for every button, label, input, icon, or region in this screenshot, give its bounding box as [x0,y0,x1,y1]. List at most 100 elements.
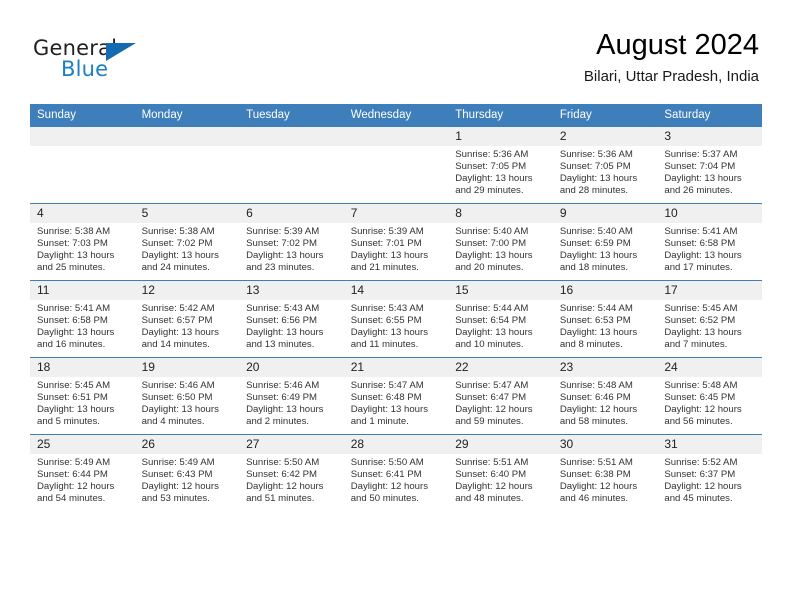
day-number: 1 [448,127,553,146]
day-box: 26 Sunrise: 5:49 AM Sunset: 6:43 PM Dayligh… [134,435,240,511]
calendar-day-cell[interactable]: 23 Sunrise: 5:48 AM Sunset: 6:46 PM Dayligh… [552,357,658,435]
calendar-day-cell[interactable]: 28 Sunrise: 5:50 AM Sunset: 6:41 PM Dayligh… [343,434,449,511]
daylight-text-line1: Daylight: 13 hours [246,327,324,339]
sunset-text: Sunset: 6:52 PM [664,315,736,327]
calendar-day-cell[interactable]: 1 Sunrise: 5:36 AM Sunset: 7:05 PM Daylight… [448,126,553,204]
day-box: 10 Sunrise: 5:41 AM Sunset: 6:58 PM Dayligh… [657,204,762,280]
day-box: 6 Sunrise: 5:39 AM Sunset: 7:02 PM Daylight… [239,204,344,280]
daylight-text-line2: and 50 minutes. [350,493,419,505]
general-blue-logo[interactable]: General Blue [33,36,163,82]
sunset-text: Sunset: 7:05 PM [455,161,527,173]
daylight-text-line2: and 29 minutes. [455,185,524,197]
day-details: Sunrise: 5:45 AM Sunset: 6:52 PM Daylight:… [657,300,762,351]
calendar-week-row: 1 Sunrise: 5:36 AM Sunset: 7:05 PM Daylight… [30,126,762,204]
daylight-text-line1: Daylight: 13 hours [350,250,429,262]
calendar-day-cell[interactable]: 24 Sunrise: 5:48 AM Sunset: 6:45 PM Dayligh… [657,357,762,435]
daylight-text-line1: Daylight: 12 hours [37,481,115,493]
calendar-day-cell[interactable]: 9 Sunrise: 5:40 AM Sunset: 6:59 PM Daylight… [552,203,658,281]
calendar-day-cell[interactable]: 18 Sunrise: 5:45 AM Sunset: 6:51 PM Dayligh… [30,357,135,435]
daylight-text-line1: Daylight: 13 hours [559,327,638,339]
calendar-page: General Blue August 2024 Bilari, Uttar P… [0,0,792,612]
calendar-day-cell[interactable]: 27 Sunrise: 5:50 AM Sunset: 6:42 PM Dayligh… [239,434,344,511]
day-details: Sunrise: 5:48 AM Sunset: 6:45 PM Daylight:… [657,377,762,428]
day-number: 30 [552,435,658,454]
day-box [30,127,135,203]
calendar-day-cell[interactable]: 4 Sunrise: 5:38 AM Sunset: 7:03 PM Daylight… [30,203,135,281]
calendar-day-cell[interactable]: 6 Sunrise: 5:39 AM Sunset: 7:02 PM Daylight… [239,203,344,281]
daylight-text-line2: and 20 minutes. [455,262,524,274]
daylight-text-line2: and 46 minutes. [559,493,629,505]
sunset-text: Sunset: 6:44 PM [37,469,108,481]
calendar-day-cell[interactable]: 13 Sunrise: 5:43 AM Sunset: 6:56 PM Dayligh… [239,280,344,358]
calendar-day-cell[interactable]: 11 Sunrise: 5:41 AM Sunset: 6:58 PM Dayligh… [30,280,135,358]
sunset-text: Sunset: 6:41 PM [350,469,422,481]
calendar-day-cell[interactable]: 15 Sunrise: 5:44 AM Sunset: 6:54 PM Dayligh… [448,280,553,358]
daylight-text-line2: and 4 minutes. [141,416,205,428]
day-box: 8 Sunrise: 5:40 AM Sunset: 7:00 PM Daylight… [448,204,553,280]
day-box: 28 Sunrise: 5:50 AM Sunset: 6:41 PM Dayligh… [343,435,449,511]
day-details: Sunrise: 5:42 AM Sunset: 6:57 PM Daylight:… [135,300,240,351]
daylight-text-line1: Daylight: 12 hours [664,404,742,416]
day-details: Sunrise: 5:38 AM Sunset: 7:03 PM Daylight:… [30,223,135,274]
calendar-day-cell[interactable]: 25 Sunrise: 5:49 AM Sunset: 6:44 PM Dayligh… [30,434,135,511]
calendar-day-cell[interactable]: 29 Sunrise: 5:51 AM Sunset: 6:40 PM Dayligh… [448,434,553,511]
daylight-text-line2: and 54 minutes. [37,493,106,505]
day-box: 11 Sunrise: 5:41 AM Sunset: 6:58 PM Dayligh… [30,281,135,357]
calendar-day-cell[interactable]: 10 Sunrise: 5:41 AM Sunset: 6:58 PM Dayligh… [657,203,762,281]
sunrise-text: Sunrise: 5:43 AM [350,303,424,314]
calendar-day-cell[interactable]: 14 Sunrise: 5:43 AM Sunset: 6:55 PM Dayligh… [343,280,449,358]
day-details: Sunrise: 5:50 AM Sunset: 6:41 PM Daylight:… [344,454,449,505]
calendar-day-cell[interactable]: 21 Sunrise: 5:47 AM Sunset: 6:48 PM Dayligh… [343,357,449,435]
daylight-text-line1: Daylight: 13 hours [37,250,115,262]
calendar-day-cell[interactable]: 19 Sunrise: 5:46 AM Sunset: 6:50 PM Dayligh… [134,357,240,435]
weekday-header-thursday: Thursday [448,104,553,127]
day-details: Sunrise: 5:43 AM Sunset: 6:55 PM Daylight:… [344,300,449,351]
calendar-day-cell[interactable]: 20 Sunrise: 5:46 AM Sunset: 6:49 PM Dayligh… [239,357,344,435]
day-number: 7 [343,204,449,223]
daylight-text-line2: and 24 minutes. [141,262,210,274]
sunrise-text: Sunrise: 5:46 AM [141,380,215,391]
calendar-day-cell[interactable]: 16 Sunrise: 5:44 AM Sunset: 6:53 PM Dayligh… [552,280,658,358]
calendar-day-cell[interactable]: 8 Sunrise: 5:40 AM Sunset: 7:00 PM Daylight… [448,203,553,281]
sunrise-text: Sunrise: 5:44 AM [455,303,529,314]
daylight-text-line1: Daylight: 12 hours [246,481,324,493]
calendar-day-cell[interactable]: 3 Sunrise: 5:37 AM Sunset: 7:04 PM Daylight… [657,126,762,204]
daylight-text-line2: and 11 minutes. [350,339,419,351]
day-box: 23 Sunrise: 5:48 AM Sunset: 6:46 PM Dayligh… [552,358,658,434]
sunset-text: Sunset: 6:42 PM [246,469,318,481]
calendar-day-cell[interactable]: 26 Sunrise: 5:49 AM Sunset: 6:43 PM Dayligh… [134,434,240,511]
day-number: 31 [657,435,762,454]
daylight-text-line2: and 48 minutes. [455,493,524,505]
sunrise-text: Sunrise: 5:39 AM [350,226,424,237]
sunrise-text: Sunrise: 5:49 AM [141,457,215,468]
sunset-text: Sunset: 6:49 PM [246,392,318,404]
day-number: 24 [657,358,762,377]
page-subtitle: Bilari, Uttar Pradesh, India [583,68,759,85]
daylight-text-line1: Daylight: 12 hours [455,481,533,493]
daylight-text-line1: Daylight: 13 hours [350,404,429,416]
sunrise-text: Sunrise: 5:43 AM [246,303,320,314]
calendar-week-row: 11 Sunrise: 5:41 AM Sunset: 6:58 PM Dayligh… [30,280,762,358]
day-details: Sunrise: 5:51 AM Sunset: 6:38 PM Daylight:… [553,454,658,505]
day-number [134,127,240,146]
weekday-header-sunday: Sunday [30,104,135,127]
calendar-day-cell[interactable]: 5 Sunrise: 5:38 AM Sunset: 7:02 PM Daylight… [134,203,240,281]
sunset-text: Sunset: 6:47 PM [455,392,527,404]
day-details: Sunrise: 5:39 AM Sunset: 7:01 PM Daylight:… [344,223,449,274]
daylight-text-line2: and 1 minute. [350,416,409,428]
daylight-text-line1: Daylight: 13 hours [246,250,324,262]
calendar-day-cell[interactable]: 12 Sunrise: 5:42 AM Sunset: 6:57 PM Dayligh… [134,280,240,358]
calendar-day-cell[interactable]: 17 Sunrise: 5:45 AM Sunset: 6:52 PM Dayligh… [657,280,762,358]
sunset-text: Sunset: 6:53 PM [559,315,631,327]
day-details: Sunrise: 5:51 AM Sunset: 6:40 PM Daylight:… [448,454,553,505]
calendar-day-cell[interactable]: 7 Sunrise: 5:39 AM Sunset: 7:01 PM Daylight… [343,203,449,281]
calendar-day-cell[interactable]: 2 Sunrise: 5:36 AM Sunset: 7:05 PM Daylight… [552,126,658,204]
calendar-day-cell[interactable]: 22 Sunrise: 5:47 AM Sunset: 6:47 PM Dayligh… [448,357,553,435]
day-number: 16 [552,281,658,300]
day-box: 7 Sunrise: 5:39 AM Sunset: 7:01 PM Daylight… [343,204,449,280]
calendar-day-cell[interactable]: 30 Sunrise: 5:51 AM Sunset: 6:38 PM Dayligh… [552,434,658,511]
sunset-text: Sunset: 6:51 PM [37,392,108,404]
calendar-day-cell[interactable]: 31 Sunrise: 5:52 AM Sunset: 6:37 PM Dayligh… [657,434,762,511]
sunset-text: Sunset: 6:50 PM [141,392,213,404]
day-number: 27 [239,435,344,454]
